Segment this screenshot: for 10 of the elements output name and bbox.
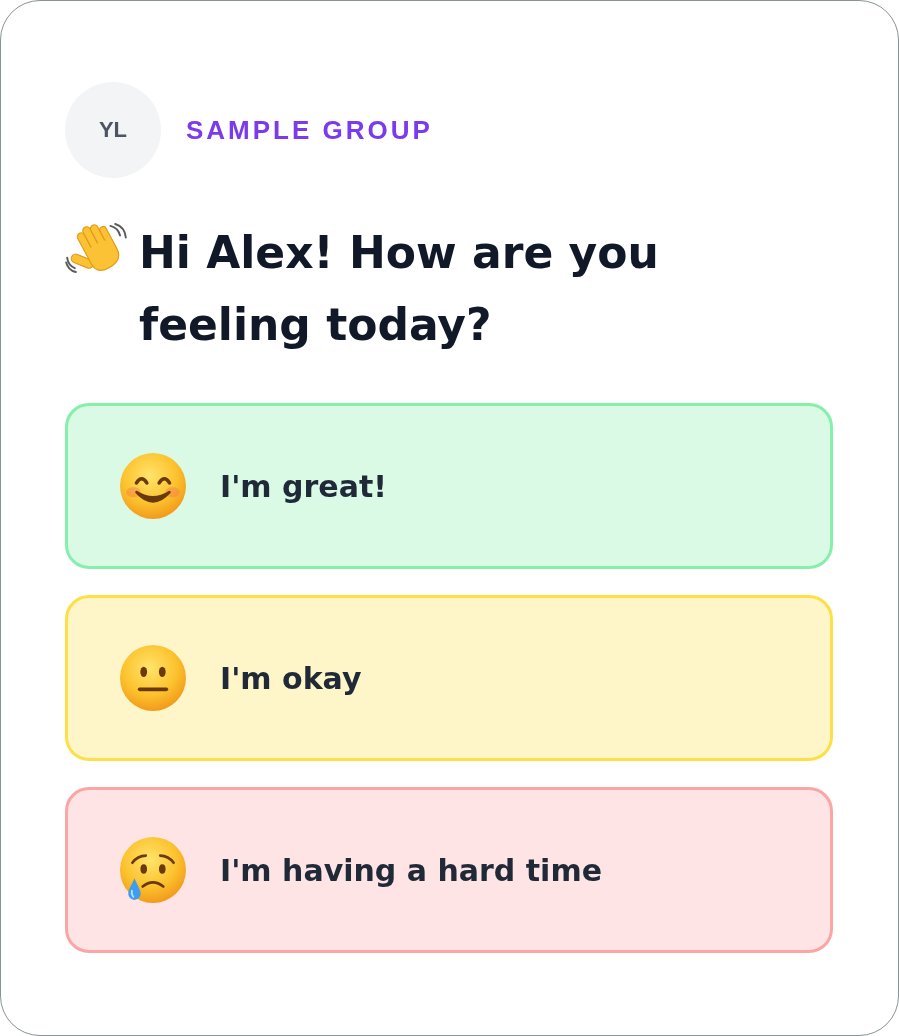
smiling-face-icon	[120, 453, 186, 519]
mood-option[interactable]: I'm okay	[65, 595, 833, 761]
greeting-title: Hi Alex! How are you feeling today?	[139, 226, 660, 352]
waving-hand-icon	[65, 223, 127, 273]
avatar: YL	[65, 82, 161, 178]
mood-option[interactable]: I'm great!	[65, 403, 833, 569]
group-name: SAMPLE GROUP	[186, 114, 433, 146]
crying-face-icon	[120, 837, 186, 903]
neutral-face-icon	[120, 645, 186, 711]
mood-option[interactable]: I'm having a hard time	[65, 787, 833, 953]
